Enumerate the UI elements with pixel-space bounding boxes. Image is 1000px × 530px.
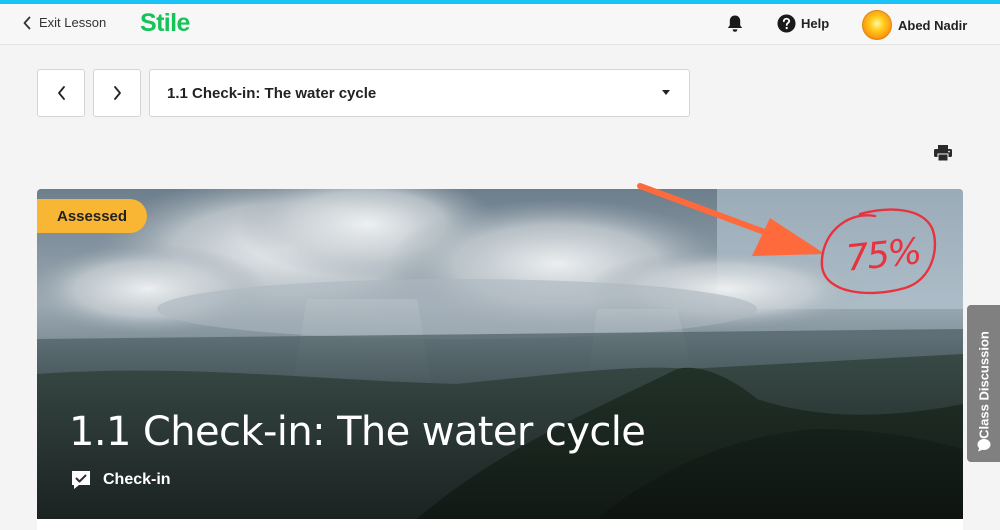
score-label: 75%: [844, 231, 922, 280]
lesson-hero: Assessed 1.1 Check-in: The water cycle C…: [37, 189, 963, 519]
app-header: Exit Lesson Stile Help Abed Nadir: [0, 4, 1000, 45]
caret-down-icon: [662, 90, 670, 95]
hero-landscape-image: [37, 189, 963, 519]
user-menu[interactable]: Abed Nadir: [862, 10, 967, 40]
avatar: [862, 10, 892, 40]
class-discussion-label: Class Discussion: [976, 331, 992, 439]
chevron-left-icon: [23, 16, 31, 29]
exit-lesson-label: Exit Lesson: [39, 15, 107, 30]
class-discussion-tab[interactable]: Class Discussion: [967, 305, 1000, 462]
previous-lesson-button[interactable]: [37, 69, 85, 117]
lesson-select-value: 1.1 Check-in: The water cycle: [167, 84, 377, 102]
help-circle-icon: [777, 14, 796, 33]
lesson-type-label: Check-in: [103, 471, 171, 488]
print-icon[interactable]: [933, 144, 953, 162]
user-name: Abed Nadir: [898, 17, 968, 33]
chevron-right-icon: [113, 86, 121, 100]
checkin-chat-icon: [72, 471, 90, 489]
lesson-content-panel: [37, 519, 963, 530]
chat-bubble-icon: [977, 439, 991, 452]
stile-logo[interactable]: Stile: [140, 9, 190, 38]
lesson-select[interactable]: 1.1 Check-in: The water cycle: [149, 69, 690, 117]
help-label: Help: [801, 16, 830, 31]
bell-icon[interactable]: [726, 14, 744, 34]
exit-lesson-button[interactable]: Exit Lesson: [22, 15, 106, 30]
next-lesson-button[interactable]: [93, 69, 141, 117]
help-button[interactable]: Help: [777, 14, 829, 33]
lesson-title: 1.1 Check-in: The water cycle: [69, 409, 646, 455]
assessed-badge: Assessed: [37, 199, 148, 233]
chevron-left-icon: [57, 86, 65, 100]
lesson-type: Check-in: [70, 469, 171, 491]
